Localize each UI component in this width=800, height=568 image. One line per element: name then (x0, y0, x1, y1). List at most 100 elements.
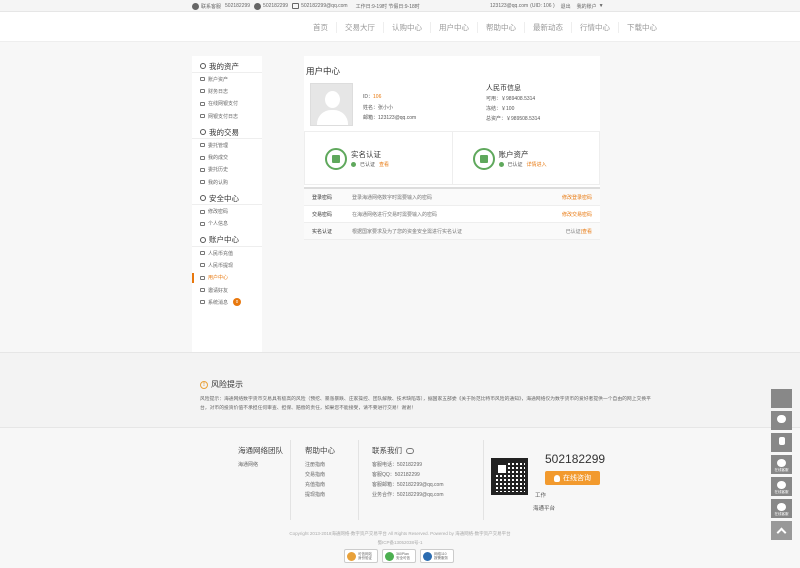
person-icon (200, 275, 205, 280)
folder-icon (200, 77, 205, 82)
wechat-button[interactable] (771, 411, 792, 430)
message-count-badge: 0 (233, 298, 242, 307)
sidebar-item-invite[interactable]: 邀请好友 (192, 284, 262, 296)
qq-service-button-1[interactable]: 在线客服 (771, 455, 792, 474)
back-to-top-button[interactable] (771, 521, 792, 540)
sidebar-item-order-history[interactable]: 委托历史 (192, 164, 262, 176)
change-trade-password-link[interactable]: 修改交易密码 (562, 211, 592, 218)
weibo-icon[interactable] (406, 448, 414, 454)
person-icon (200, 221, 205, 226)
sidebar-item-rmb-deposit[interactable]: 人民币充值 (192, 247, 262, 259)
footer-link[interactable]: 交易指南 (305, 470, 335, 480)
caret-down-icon: ▼ (598, 3, 604, 9)
footer-link[interactable]: 充值指南 (305, 480, 335, 490)
arrow-up-icon (776, 527, 787, 538)
nav-download[interactable]: 下载中心 (618, 22, 665, 33)
realname-row-view-link[interactable]: 查看 (582, 229, 592, 235)
qq-icon (777, 503, 786, 511)
user-id: ID：106 (363, 94, 382, 100)
rmb-title: 人民币信息 (486, 85, 521, 92)
sidebar-item-my-subscription[interactable]: 我的认购 (192, 176, 262, 188)
sidebar-item-account-assets[interactable]: 账户资产 (192, 73, 262, 85)
sidebar-title: 账户中心 (192, 234, 262, 247)
nav-market[interactable]: 行情中心 (571, 22, 618, 33)
footer-link[interactable]: 注册指南 (305, 460, 335, 470)
sidebar-title: 我的资产 (192, 60, 262, 73)
sidebar-item-deals[interactable]: 我的成交 (192, 151, 262, 163)
folder-icon (200, 101, 205, 106)
float-button-blank[interactable] (771, 389, 792, 408)
qq-icon (777, 481, 786, 489)
nav-help[interactable]: 帮助中心 (477, 22, 524, 33)
qq-service-button-3[interactable]: 在线客服 (771, 499, 792, 518)
rmb-total: 总资产：￥989508.5314 (486, 116, 541, 122)
nav-news[interactable]: 最新动态 (524, 22, 571, 33)
yen-icon (200, 251, 205, 256)
nav-user-center[interactable]: 用户中心 (430, 22, 477, 33)
risk-section: ! 风险提示 风险提示：海通网络数字货币交易具有极高的风险（预挖、暴涨暴跌、庄家操… (0, 352, 800, 427)
qq-icon (777, 459, 786, 467)
realname-view-link[interactable]: 查看 (379, 161, 389, 168)
table-row: 实名认证 根据国家要求及为了您的资金安全需进行实名认证 已认证|查看 (304, 223, 600, 240)
sidebar-item-online-pay[interactable]: 在线网银支付 (192, 98, 262, 110)
main-nav: 首页 交易大厅 认购中心 用户中心 帮助中心 最新动态 行情中心 下载中心 (305, 22, 665, 33)
work-label: 工作 (535, 493, 547, 499)
sidebar-group-assets: 我的资产 账户资产 财务日志 在线网银支付 网银支付日志 (192, 56, 262, 122)
nav-trading-hall[interactable]: 交易大厅 (336, 22, 383, 33)
sidebar-item-finance-log[interactable]: 财务日志 (192, 85, 262, 97)
footer-link[interactable]: 提现指南 (305, 490, 335, 500)
trust-badge[interactable]: 360Plan 安全可信 (382, 549, 416, 563)
sidebar-item-orders[interactable]: 委托管理 (192, 139, 262, 151)
risk-title: ! 风险提示 (200, 379, 243, 390)
qq-service-button-2[interactable]: 在线客服 (771, 477, 792, 496)
topbar-user[interactable]: 123123@qq.com (UID: 106 ) (490, 3, 555, 9)
avatar (310, 83, 353, 126)
online-consult-button[interactable]: 在线咨询 (545, 471, 600, 485)
trust-badge[interactable]: 网络110 报警服务 (420, 549, 454, 563)
check-icon (351, 162, 356, 167)
nav-subscription[interactable]: 认购中心 (383, 22, 430, 33)
phone-button[interactable] (771, 433, 792, 452)
sidebar-item-messages[interactable]: 系统消息 0 (192, 296, 262, 308)
floating-toolbar: 在线客服 在线客服 在线客服 (771, 389, 792, 543)
check-icon (498, 162, 504, 167)
sidebar-item-user-center[interactable]: 用户中心 (192, 272, 262, 284)
card-status: 已认证 查看 (351, 161, 389, 168)
customer-service[interactable]: 联系客服 (192, 2, 221, 10)
status-cards: 实名认证 已认证 查看 账户资产 已认证 详情进入 (304, 131, 600, 185)
nav-home[interactable]: 首页 (305, 22, 336, 33)
topbar-phone: 502182299 (254, 2, 288, 10)
topbar-email: 502182299@qq.com (292, 3, 348, 9)
sidebar-item-change-password[interactable]: 修改密码 (192, 205, 262, 217)
security-table: 登录密码 登录海通网络数字时需要输入的密码 修改登录密码 交易密码 在海通网络进… (304, 187, 600, 240)
header: 首页 交易大厅 认购中心 用户中心 帮助中心 最新动态 行情中心 下载中心 (0, 12, 800, 42)
topbar-hours: 工作日:9-19时 节假日:9-18时 (355, 3, 420, 10)
qq-icon (554, 474, 560, 482)
logo[interactable] (195, 16, 285, 38)
badge-icon (347, 551, 356, 561)
change-login-password-link[interactable]: 修改登录密码 (562, 194, 592, 201)
card-title: 实名认证 (351, 150, 381, 159)
my-account-menu[interactable]: 我的账户 ▼ (577, 3, 604, 10)
card-title: 账户资产 (498, 150, 529, 159)
card-status: 已认证 详情进入 (498, 161, 547, 168)
realname-card: 实名认证 已认证 查看 (305, 132, 452, 184)
user-name: 姓名：张小小 (363, 104, 394, 111)
sidebar-item-rmb-withdraw[interactable]: 人民币提现 (192, 259, 262, 271)
badge-icon (423, 551, 432, 561)
assets-detail-link[interactable]: 详情进入 (527, 161, 547, 168)
footer-contact: 联系我们 客服电话：502182299 客服QQ：502182299 客服邮箱：… (372, 446, 444, 498)
folder-icon (200, 114, 205, 119)
footer-link[interactable]: 海通网络 (238, 460, 283, 470)
sidebar-item-profile[interactable]: 个人信息 (192, 218, 262, 230)
gift-icon (200, 180, 205, 185)
shield-icon (200, 195, 206, 202)
rmb-frozen: 冻结：￥100 (486, 106, 515, 112)
trust-badge[interactable]: 可信网站 身份验证 (344, 549, 378, 563)
assets-card: 账户资产 已认证 详情进入 (451, 132, 600, 184)
page-title: 用户中心 (306, 66, 341, 76)
logout-link[interactable]: 退出 (561, 3, 571, 10)
sidebar-item-pay-log[interactable]: 网银支付日志 (192, 110, 262, 122)
warning-icon: ! (200, 380, 208, 389)
rmb-info: 人民币信息 可用：￥989408.5314 冻结：￥100 总资产：￥98950… (486, 84, 540, 124)
